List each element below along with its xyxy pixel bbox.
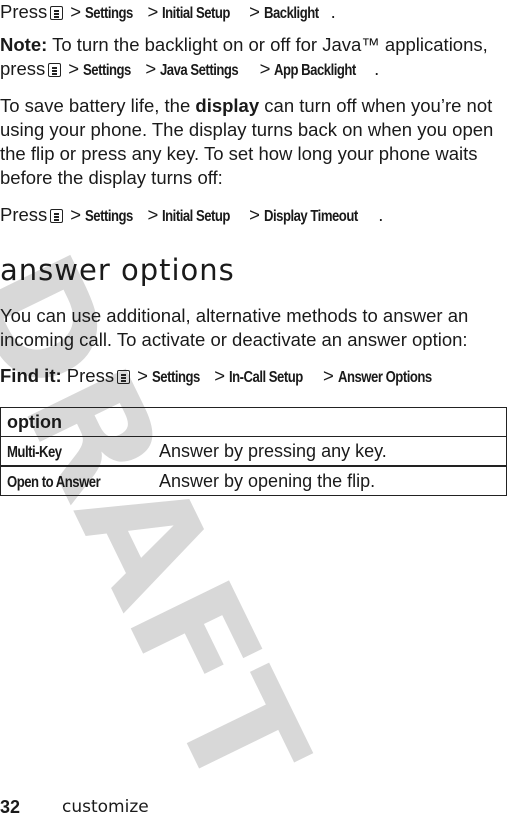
separator: > (145, 58, 157, 79)
answer-para-line-1: You can use additional, alternative meth… (0, 305, 469, 326)
display-para-line-2: using your phone. The display turns back… (0, 119, 494, 140)
section-name: customize (62, 797, 149, 817)
option-description: Answer by pressing any key. (153, 436, 507, 466)
separator: > (323, 365, 334, 386)
menu-path-item: Java Settings (160, 62, 239, 79)
note-text: To turn the backlight on or off for Java… (52, 34, 488, 55)
option-description: Answer by opening the flip. (153, 465, 507, 496)
page-number: 32 (0, 797, 21, 817)
menu-path-item: Settings (85, 5, 133, 22)
menu-path-item: Initial Setup (162, 208, 231, 225)
text: To save battery life, the (0, 95, 196, 116)
menu-path-item: Settings (151, 369, 200, 386)
option-name-text: Open to Answer (7, 473, 101, 491)
menu-path-item: Backlight (263, 5, 319, 22)
press-text: press (0, 58, 46, 79)
backlight-instruction: Press > Settings > Initial Setup > Backlight. (0, 0, 336, 26)
menu-path-item: Settings (83, 62, 131, 79)
table-row: Multi-Key Answer by pressing any key. (0, 436, 507, 466)
menu-path-item: In-Call Setup (229, 369, 303, 386)
separator: > (70, 1, 82, 22)
press-text: Press (66, 365, 115, 386)
separator: > (147, 1, 159, 22)
separator: > (147, 204, 159, 225)
menu-path-item: Initial Setup (162, 5, 231, 22)
separator: > (259, 58, 271, 79)
display-timeout-instruction: Press > Settings > Initial Setup > Display Tim… (0, 203, 383, 229)
note-line-2: press > Settings > Java Settings > App Backlig… (0, 57, 379, 83)
menu-path-item: App Backlight (274, 62, 357, 79)
display-term: display (195, 95, 260, 116)
menu-path-item: Settings (85, 208, 133, 225)
period: . (374, 58, 380, 79)
press-text: Press (0, 204, 48, 225)
find-it-instruction: Find it: Press > Settings > In-Call Setup > An… (0, 364, 452, 390)
period: . (378, 204, 384, 225)
menu-key-icon (48, 63, 62, 77)
menu-key-icon (117, 370, 131, 384)
separator: > (249, 1, 260, 22)
option-column-header: option (7, 411, 62, 432)
menu-path-item: Answer Options (337, 369, 432, 386)
text: can turn off when you’re not (259, 95, 493, 116)
display-para-line-1: To save battery life, the display can tu… (0, 94, 492, 118)
separator: > (214, 365, 226, 386)
separator: > (137, 365, 148, 386)
section-heading: answer options (0, 253, 235, 287)
display-para-line-4: before the display turns off: (0, 167, 223, 188)
table-header-row: option (1, 408, 507, 437)
note-line-1: Note: To turn the backlight on or off fo… (0, 33, 488, 57)
menu-path-item: Display Timeout (263, 208, 358, 225)
separator: > (70, 204, 82, 225)
separator: > (249, 204, 260, 225)
answer-para-line-2: incoming call. To activate or deactivate… (0, 329, 468, 350)
period: . (330, 1, 336, 22)
option-name: Multi-Key (0, 436, 153, 466)
find-it-label: Find it: (0, 365, 62, 386)
options-table: option Multi-Key Answer by pressing any … (0, 407, 507, 496)
menu-key-icon (50, 6, 64, 20)
table-row: Open to Answer Answer by opening the fli… (0, 465, 507, 496)
option-name-text: Multi-Key (7, 443, 62, 461)
separator: > (68, 58, 80, 79)
press-text: Press (0, 1, 48, 22)
option-name: Open to Answer (0, 465, 153, 496)
display-para-line-3: the flip or press any key. To set how lo… (0, 143, 478, 164)
menu-key-icon (50, 209, 64, 223)
note-label: Note: (0, 34, 48, 55)
